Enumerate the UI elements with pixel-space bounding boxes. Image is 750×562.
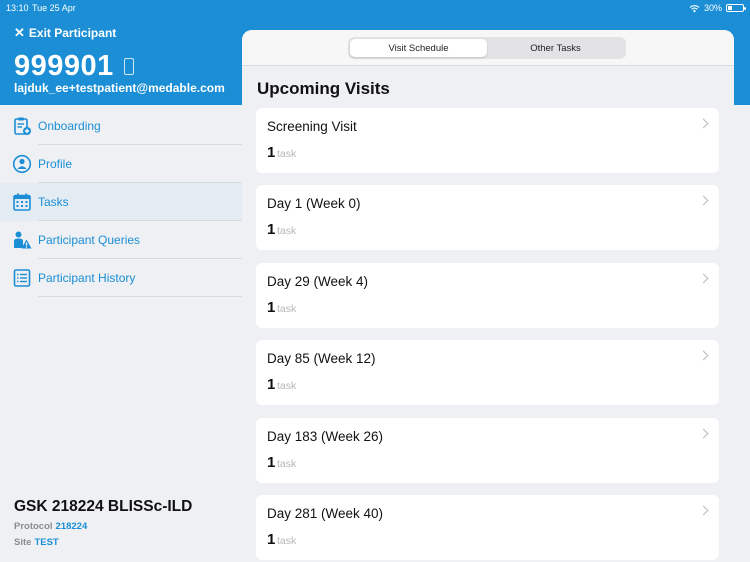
visit-card[interactable]: Day 281 (Week 40) 1 task (256, 495, 719, 560)
task-count: 1 (267, 376, 276, 393)
sidebar-item-profile[interactable]: Profile (0, 145, 242, 183)
visit-name: Day 29 (Week 4) (267, 274, 369, 289)
clipboard-plus-icon (14, 117, 31, 135)
site-label: Site (14, 537, 32, 548)
chevron-right-icon (698, 118, 709, 129)
visit-card[interactable]: Day 85 (Week 12) 1 task (256, 340, 719, 405)
site-value: TEST (34, 537, 59, 548)
task-unit: task (277, 148, 297, 160)
status-date: Tue 25 Apr (32, 3, 76, 13)
visit-name: Day 85 (Week 12) (267, 351, 376, 366)
sidebar-item-label: Participant Queries (38, 233, 141, 247)
visit-card[interactable]: Day 1 (Week 0) 1 task (256, 185, 719, 250)
task-unit: task (277, 380, 297, 392)
visit-name: Day 183 (Week 26) (267, 429, 384, 444)
task-unit: task (277, 303, 297, 315)
divider (38, 296, 242, 297)
tab-visit-schedule[interactable]: Visit Schedule (350, 39, 487, 57)
task-count: 1 (267, 531, 276, 548)
status-right: 30% (689, 3, 746, 13)
exit-participant-label: Exit Participant (28, 26, 117, 40)
wifi-icon (689, 4, 700, 12)
visit-name: Screening Visit (267, 119, 357, 134)
sidebar-item-tasks[interactable]: Tasks (0, 183, 242, 221)
exit-participant-button[interactable]: ✕ Exit Participant (14, 25, 116, 41)
main-panel: Visit Schedule Other Tasks Upcoming Visi… (242, 30, 734, 562)
list-document-icon (13, 269, 31, 287)
close-icon: ✕ (14, 25, 25, 40)
protocol-info: Protocol 218224 (14, 521, 87, 532)
site-info: Site TEST (14, 537, 59, 548)
visit-name: Day 1 (Week 0) (267, 196, 361, 211)
calendar-icon (13, 193, 31, 211)
status-bar: 13:10 Tue 25 Apr 30% (0, 0, 750, 16)
task-count: 1 (267, 299, 276, 316)
task-unit: task (277, 225, 297, 237)
person-circle-icon (12, 154, 32, 174)
task-unit: task (277, 458, 297, 470)
battery-percent: 30% (703, 3, 722, 13)
sidebar-item-participant-history[interactable]: Participant History (0, 259, 242, 297)
chevron-right-icon (698, 505, 709, 516)
protocol-label: Protocol (14, 521, 53, 532)
protocol-value: 218224 (55, 521, 88, 532)
task-count: 1 (267, 454, 276, 471)
sidebar-item-label: Onboarding (38, 119, 101, 133)
participant-id-text: 999901 (14, 50, 114, 82)
participant-email: lajduk_ee+testpatient@medable.com (14, 81, 225, 95)
sidebar-item-onboarding[interactable]: Onboarding (0, 107, 242, 145)
chevron-right-icon (698, 428, 709, 439)
participant-id: 999901 (14, 50, 134, 83)
task-count: 1 (267, 221, 276, 238)
panel-toolbar: Visit Schedule Other Tasks (242, 30, 734, 66)
tab-other-tasks[interactable]: Other Tasks (487, 39, 624, 57)
study-name: GSK 218224 BLISSc-ILD (14, 498, 193, 515)
chevron-right-icon (698, 195, 709, 206)
sidebar-item-label: Profile (38, 157, 73, 171)
task-count: 1 (267, 144, 276, 161)
visit-name: Day 281 (Week 40) (267, 506, 384, 521)
sidebar: Onboarding Profile Tasks Participant Que… (0, 105, 242, 562)
phone-icon (123, 58, 134, 75)
sidebar-item-label: Tasks (38, 195, 69, 209)
sidebar-item-participant-queries[interactable]: Participant Queries (0, 221, 242, 259)
chevron-right-icon (698, 350, 709, 361)
visit-card[interactable]: Day 29 (Week 4) 1 task (256, 263, 719, 328)
visit-card[interactable]: Day 183 (Week 26) 1 task (256, 418, 719, 483)
status-time: 13:10 (6, 3, 29, 13)
person-warning-icon (14, 231, 32, 249)
task-unit: task (277, 535, 297, 547)
visit-card[interactable]: Screening Visit 1 task (256, 108, 719, 173)
sidebar-item-label: Participant History (38, 271, 136, 285)
chevron-right-icon (698, 273, 709, 284)
battery-icon (726, 4, 746, 12)
segmented-control: Visit Schedule Other Tasks (348, 37, 626, 59)
section-title: Upcoming Visits (257, 79, 390, 98)
